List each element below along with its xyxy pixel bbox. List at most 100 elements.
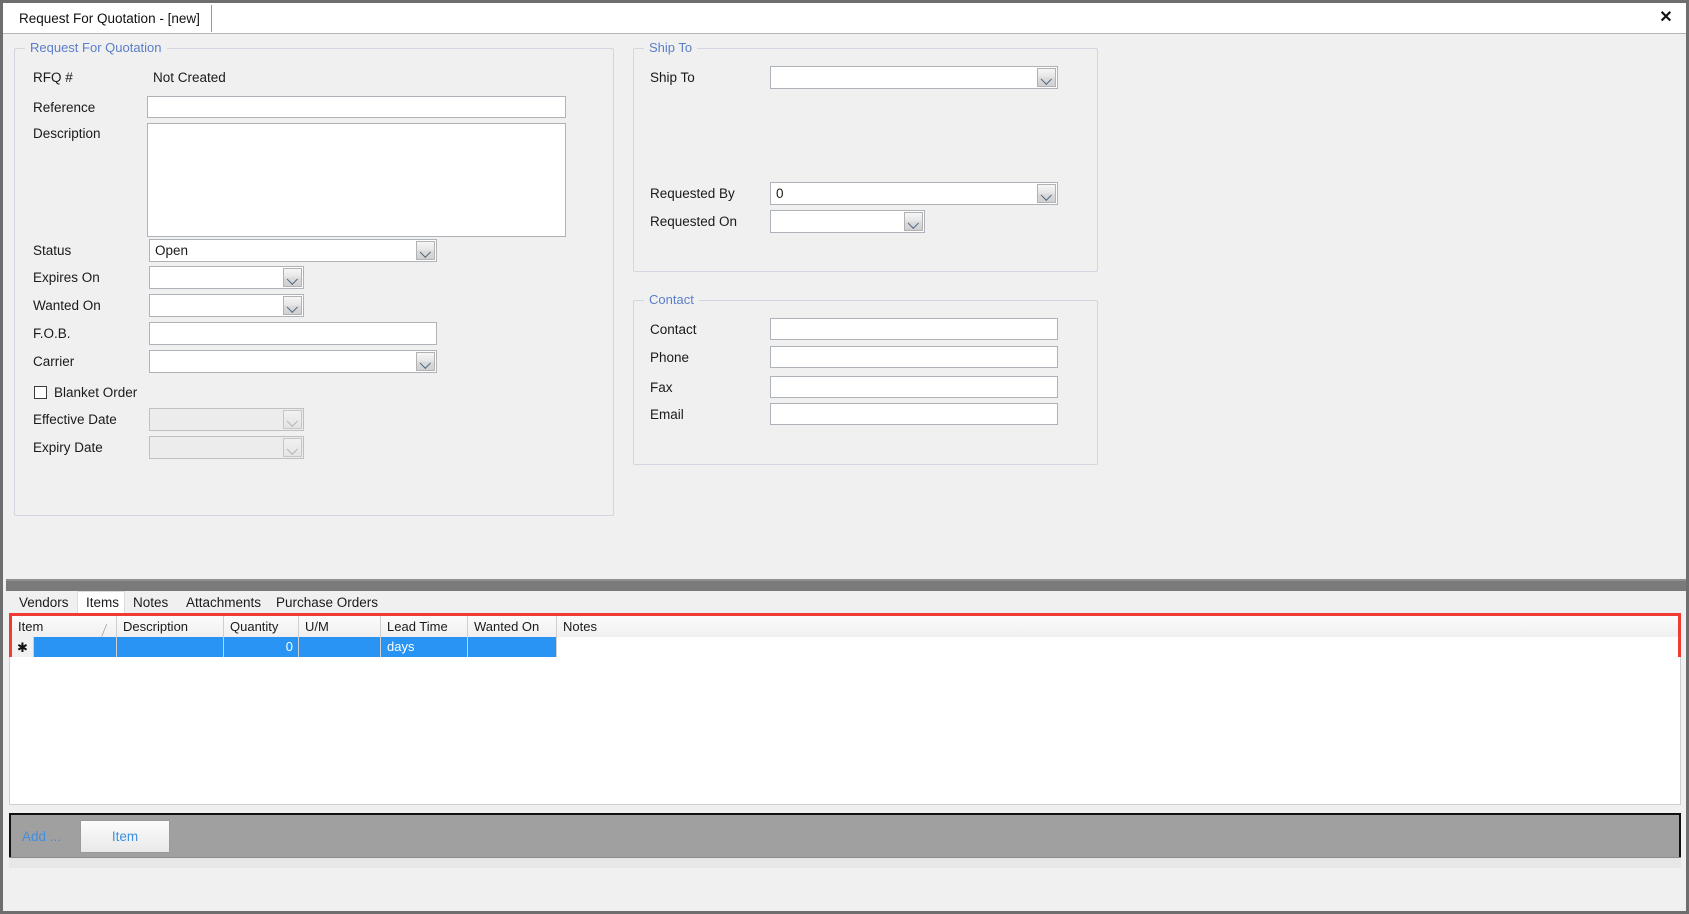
items-grid-highlight-frame: Item ╱ Description Quantity U/M Lead Tim… (9, 613, 1681, 660)
rfq-number-label: RFQ # (33, 70, 73, 85)
chevron-down-icon[interactable] (416, 352, 435, 371)
column-header-um-label: U/M (305, 619, 329, 634)
bottom-tab-strip: Vendors Items Notes Attachments Purchase… (6, 591, 1686, 614)
rfq-window: Request For Quotation - [new] ✕ Request … (0, 0, 1689, 914)
chevron-down-icon[interactable] (416, 241, 435, 260)
effective-date-datepicker (149, 408, 304, 431)
chevron-down-icon (283, 438, 302, 457)
column-header-quantity[interactable]: Quantity (224, 616, 299, 637)
wanted-on-label: Wanted On (33, 298, 101, 313)
column-header-notes-label: Notes (563, 619, 597, 634)
fax-input[interactable] (770, 376, 1058, 398)
cell-description[interactable] (117, 637, 224, 657)
add-item-button[interactable]: Item (80, 820, 170, 853)
effective-date-value (155, 409, 281, 430)
phone-label: Phone (650, 350, 690, 365)
cell-notes[interactable] (557, 637, 1678, 657)
contact-label: Contact (650, 322, 697, 337)
expires-on-label: Expires On (33, 270, 100, 285)
carrier-combobox-value (155, 351, 414, 372)
reference-input[interactable] (147, 96, 566, 118)
contact-group: Contact Contact Phone Fax Email (633, 292, 1098, 465)
fob-input[interactable] (149, 322, 437, 345)
add-label: Add ... (22, 829, 62, 844)
description-textarea[interactable] (147, 123, 566, 237)
tab-notes[interactable]: Notes (125, 593, 178, 613)
wanted-on-value (155, 295, 281, 316)
column-header-wanted-on[interactable]: Wanted On (468, 616, 557, 637)
column-header-description-label: Description (123, 619, 189, 634)
ship-to-combobox[interactable] (770, 66, 1058, 89)
cell-wanted-on[interactable] (468, 637, 557, 657)
chevron-down-icon[interactable] (283, 296, 302, 315)
tab-notes-label: Notes (133, 595, 169, 610)
carrier-combobox[interactable] (149, 350, 437, 373)
upper-content-pane: Request For Quotation RFQ # Not Created … (6, 34, 1686, 579)
horizontal-splitter[interactable] (6, 579, 1686, 591)
close-icon[interactable]: ✕ (1655, 7, 1677, 29)
column-header-lead-time-label: Lead Time (387, 619, 448, 634)
carrier-label: Carrier (33, 354, 75, 369)
chevron-down-icon[interactable] (1037, 68, 1056, 87)
document-tab-label: Request For Quotation - [new] (19, 11, 200, 26)
column-header-item-label: Item (18, 619, 44, 634)
chevron-down-icon[interactable] (1037, 184, 1056, 203)
cell-quantity[interactable]: 0 (224, 637, 299, 657)
fob-label: F.O.B. (33, 326, 71, 341)
ship-to-group: Ship To Ship To Requested By 0 Requested… (633, 40, 1098, 272)
items-action-bar: Add ... Item (9, 813, 1681, 857)
status-combobox[interactable]: Open (149, 239, 437, 262)
ship-to-combobox-value (776, 67, 1035, 88)
tab-purchase-orders[interactable]: Purchase Orders (268, 593, 380, 613)
fax-label: Fax (650, 380, 673, 395)
cell-item[interactable] (34, 637, 117, 657)
status-combobox-value: Open (155, 242, 189, 258)
chevron-down-icon[interactable] (904, 212, 923, 231)
checkbox-box-icon (34, 386, 47, 399)
column-header-notes[interactable]: Notes (557, 616, 1678, 637)
requested-on-datepicker[interactable] (770, 210, 925, 233)
cell-um[interactable] (299, 637, 381, 657)
tab-items[interactable]: Items (77, 591, 125, 614)
effective-date-label: Effective Date (33, 412, 117, 427)
column-header-wanted-on-label: Wanted On (474, 619, 540, 634)
request-for-quotation-group-title: Request For Quotation (25, 40, 167, 55)
requested-on-value (776, 211, 902, 232)
title-bar: Request For Quotation - [new] ✕ (3, 3, 1686, 34)
column-header-quantity-label: Quantity (230, 619, 279, 634)
column-header-description[interactable]: Description (117, 616, 224, 637)
description-label: Description (33, 126, 101, 141)
tab-attachments[interactable]: Attachments (178, 593, 268, 613)
chevron-down-icon[interactable] (283, 268, 302, 287)
requested-by-combobox[interactable]: 0 (770, 182, 1058, 205)
blanket-order-checkbox[interactable]: Blanket Order (34, 385, 137, 400)
table-row[interactable]: ✱ 0 days (12, 637, 1678, 657)
status-label: Status (33, 243, 72, 258)
expiry-date-datepicker (149, 436, 304, 459)
tab-vendors[interactable]: Vendors (11, 593, 77, 613)
wanted-on-datepicker[interactable] (149, 294, 304, 317)
expiry-date-value (155, 437, 281, 458)
column-header-um[interactable]: U/M (299, 616, 381, 637)
new-row-indicator-icon: ✱ (12, 637, 34, 657)
phone-input[interactable] (770, 346, 1058, 368)
bottom-edge-strip (9, 857, 1681, 868)
tab-purchase-orders-label: Purchase Orders (276, 595, 379, 610)
items-grid-empty-body[interactable] (9, 657, 1681, 805)
column-header-lead-time[interactable]: Lead Time (381, 616, 468, 637)
cell-lead-time[interactable]: days (381, 637, 468, 657)
requested-by-label: Requested By (650, 186, 735, 201)
requested-on-label: Requested On (650, 214, 738, 229)
email-input[interactable] (770, 403, 1058, 425)
request-for-quotation-group: Request For Quotation RFQ # Not Created … (14, 40, 614, 516)
rfq-number-value: Not Created (153, 70, 226, 85)
expires-on-datepicker[interactable] (149, 266, 304, 289)
tab-vendors-label: Vendors (19, 595, 69, 610)
document-tab-rfq[interactable]: Request For Quotation - [new] (9, 5, 212, 32)
email-label: Email (650, 407, 684, 422)
ship-to-group-title: Ship To (644, 40, 698, 55)
contact-input[interactable] (770, 318, 1058, 340)
column-header-item[interactable]: Item ╱ (12, 616, 117, 637)
ship-to-label: Ship To (650, 70, 695, 85)
lower-content-pane: Vendors Items Notes Attachments Purchase… (6, 591, 1686, 911)
